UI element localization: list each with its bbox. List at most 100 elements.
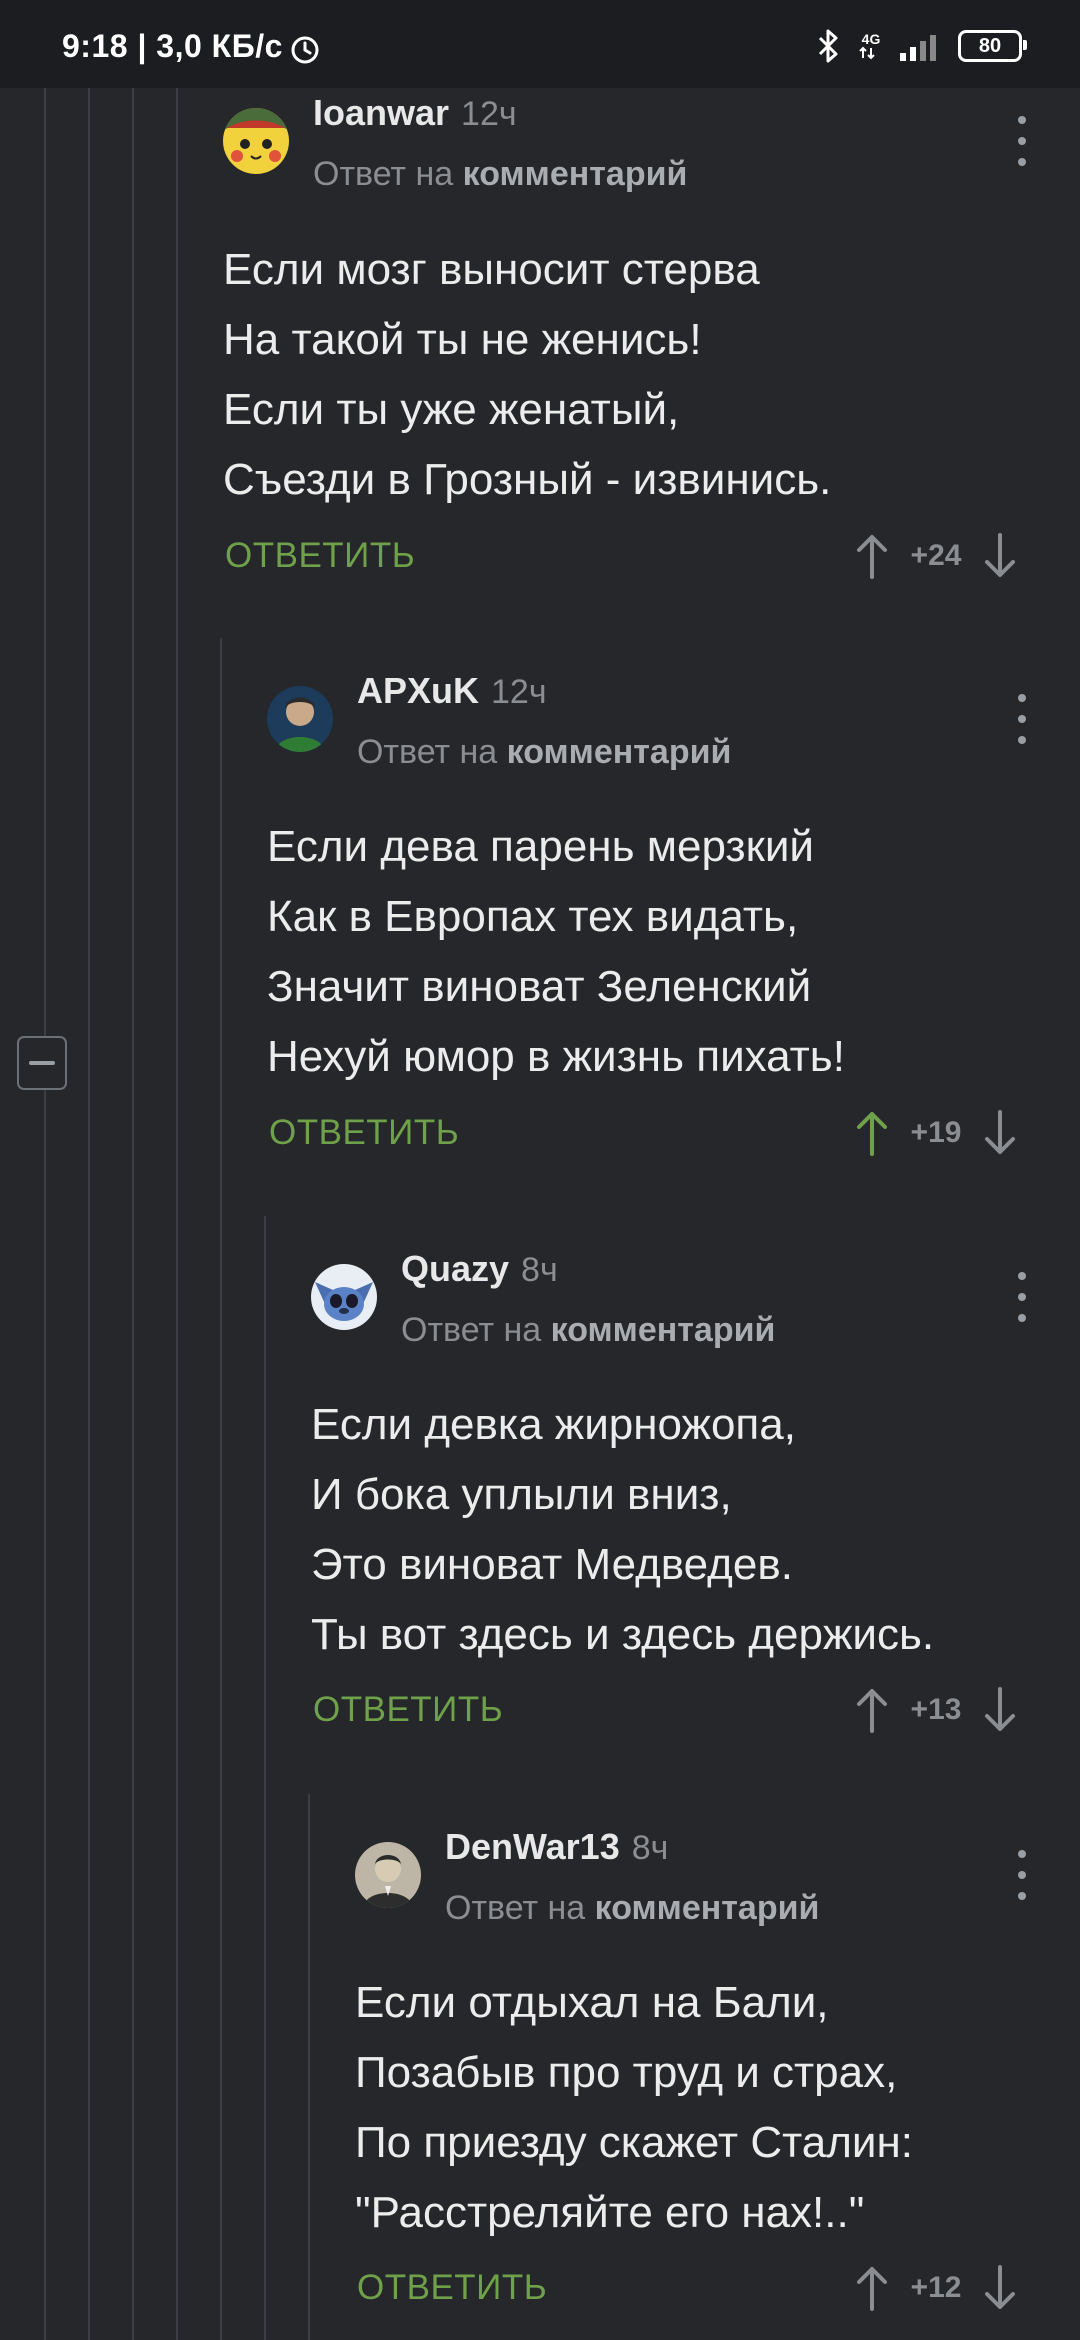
comment-line: Это виноват Медведев. [311,1540,793,1589]
comment-line: Если мозг выносит стерва [223,245,760,294]
data-arrows-icon [859,46,875,60]
signal-icon [900,35,936,61]
pikachu-avatar-icon [223,108,289,174]
vote-controls: +13 [852,1680,1020,1740]
comment-line: Если отдыхал на Бали, [355,1978,829,2027]
status-bar: 9:18 | 3,0 КБ/с 4G 80 [0,0,1080,88]
comment-author[interactable]: DenWar13 8ч [445,1826,668,1868]
reply-to-link[interactable]: Ответ на комментарий [401,1311,775,1350]
battery-indicator: 80 [958,30,1027,62]
more-options-icon[interactable] [1012,694,1032,744]
reply-button[interactable]: ОТВЕТИТЬ [225,536,415,576]
arrow-up-icon [857,2267,887,2311]
avatar[interactable] [355,1842,421,1908]
arrow-down-icon [985,533,1015,577]
more-options-icon[interactable] [1012,1850,1032,1900]
thread-line [308,1794,310,2340]
vote-controls: +12 [852,2258,1020,2318]
network-type: 4G [861,31,881,47]
vote-score: +24 [910,539,962,572]
thread-line [220,638,222,2340]
vote-controls: +19 [852,1103,1020,1163]
portrait-avatar-icon [355,1842,421,1908]
comment-line: На такой ты не женись! [223,315,702,364]
comment-time: 12ч [461,95,517,133]
comment-time: 12ч [491,673,547,711]
author-name[interactable]: DenWar13 [445,1826,620,1867]
reply-target[interactable]: комментарий [595,1889,820,1927]
reply-target[interactable]: комментарий [551,1311,776,1349]
comment-line: По приезду скажет Сталин: [355,2118,913,2167]
comment-line: Если дева парень мерзкий [267,822,815,871]
alarm-icon [291,36,319,64]
thread-line [44,1090,46,2340]
comment-line: Позабыв про труд и страх, [355,2048,898,2097]
more-options-icon[interactable] [1012,116,1032,166]
thread-line [176,88,178,2340]
comment-body: Если дева парень мерзкий Как в Европах т… [267,812,845,1092]
downvote-button[interactable] [980,531,1020,581]
reply-button[interactable]: ОТВЕТИТЬ [357,2268,547,2308]
comment-author[interactable]: APXuK 12ч [357,670,547,712]
arrow-down-icon [985,1110,1015,1154]
reply-prefix: Ответ на [445,1889,586,1927]
thread-line [264,1216,266,2340]
comment-line: Значит виноват Зеленский [267,962,812,1011]
reply-to-link[interactable]: Ответ на комментарий [313,155,687,194]
person-avatar-icon [267,686,333,752]
reply-button[interactable]: ОТВЕТИТЬ [313,1690,503,1730]
comment-time: 8ч [521,1251,558,1289]
upvote-button[interactable] [852,531,892,581]
network-indicator: 4G [858,32,884,60]
comment-time: 8ч [631,1829,669,1867]
comment-line: "Расстреляйте его нах!.." [355,2188,865,2237]
vote-controls: +24 [852,526,1020,586]
comment-author[interactable]: Ioanwar 12ч [313,92,517,134]
vote-score: +13 [910,1693,962,1726]
downvote-button[interactable] [980,1685,1020,1735]
reply-button[interactable]: ОТВЕТИТЬ [269,1113,459,1153]
reply-to-link[interactable]: Ответ на комментарий [445,1889,819,1928]
comment-line: Если ты уже женатый, [223,385,680,434]
thread-line [44,88,46,1036]
avatar[interactable] [267,686,333,752]
downvote-button[interactable] [980,2263,1020,2313]
author-name[interactable]: APXuK [357,670,479,711]
thread-line [132,88,134,2340]
author-name[interactable]: Quazy [401,1248,509,1289]
reply-target[interactable]: комментарий [507,733,732,771]
comment-line: Как в Европах тех видать, [267,892,799,941]
collapse-thread-button[interactable] [17,1036,67,1090]
comment-author[interactable]: Quazy 8ч [401,1248,558,1290]
status-time-speed: 9:18 | 3,0 КБ/с [62,28,283,64]
comment-body: Если мозг выносит стерва На такой ты не … [223,235,831,515]
comment-line: Ты вот здесь и здесь держись. [311,1610,935,1659]
arrow-up-icon [857,535,887,579]
upvote-button[interactable] [852,1108,892,1158]
reply-prefix: Ответ на [401,1311,542,1349]
arrow-up-icon [857,1689,887,1733]
comment-body: Если девка жирножопа, И бока уплыли вниз… [311,1390,934,1670]
reply-to-link[interactable]: Ответ на комментарий [357,733,731,772]
avatar[interactable] [223,108,289,174]
thread-line [88,88,90,2340]
comment-line: И бока уплыли вниз, [311,1470,732,1519]
author-name[interactable]: Ioanwar [313,92,449,133]
battery-level: 80 [978,34,1002,57]
comment-line: Нехуй юмор в жизнь пихать! [267,1032,845,1081]
comment-line: Если девка жирножопа, [311,1400,796,1449]
more-options-icon[interactable] [1012,1272,1032,1322]
comment-line: Съезди в Грозный - извинись. [223,455,832,504]
vote-score: +12 [910,2271,962,2304]
reply-target[interactable]: комментарий [463,155,688,193]
downvote-button[interactable] [980,1108,1020,1158]
upvote-button[interactable] [852,2263,892,2313]
reply-prefix: Ответ на [357,733,498,771]
upvote-button[interactable] [852,1685,892,1735]
reply-prefix: Ответ на [313,155,454,193]
arrow-down-icon [985,2265,1015,2309]
vote-score: +19 [910,1116,962,1149]
stitch-avatar-icon [311,1264,377,1330]
comment-body: Если отдыхал на Бали, Позабыв про труд и… [355,1968,913,2248]
avatar[interactable] [311,1264,377,1330]
